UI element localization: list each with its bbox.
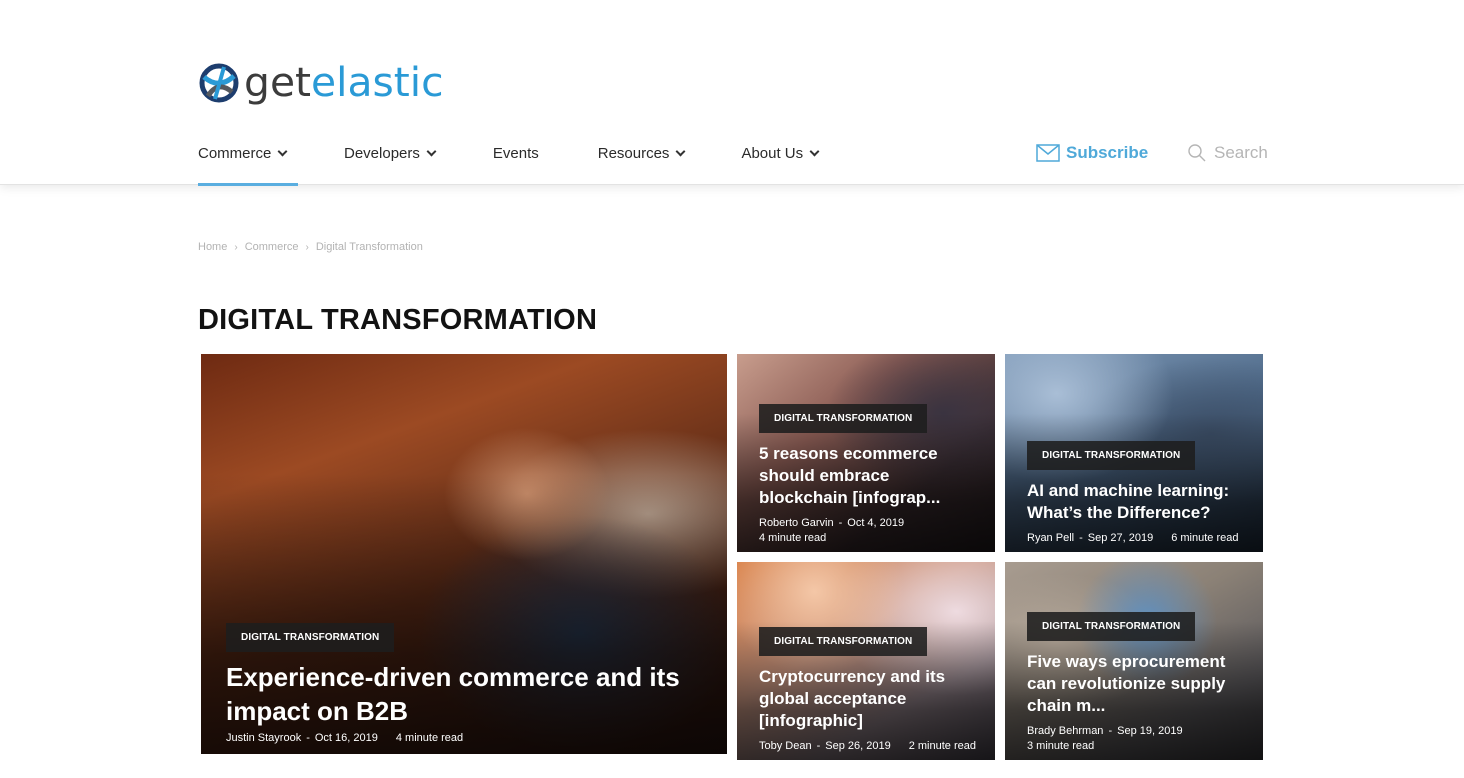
category-badge[interactable]: DIGITAL TRANSFORMATION: [759, 404, 928, 433]
article-read-time: 2 minute read: [908, 740, 976, 752]
article-content: DIGITAL TRANSFORMATION Five ways eprocur…: [1027, 612, 1249, 752]
logo-wordmark: getelastic: [244, 63, 443, 103]
article-content: DIGITAL TRANSFORMATION Cryptocurrency an…: [759, 627, 981, 752]
article-title[interactable]: Cryptocurrency and its global acceptance…: [759, 666, 981, 732]
article-card[interactable]: DIGITAL TRANSFORMATION Cryptocurrency an…: [737, 562, 995, 760]
nav-item-label: Resources: [597, 145, 670, 162]
article-read-time: 3 minute read: [1027, 740, 1095, 752]
breadcrumb-separator: ›: [234, 241, 238, 253]
meta-separator: -: [306, 732, 310, 744]
article-card[interactable]: DIGITAL TRANSFORMATION Five ways eprocur…: [1005, 562, 1263, 760]
article-content: DIGITAL TRANSFORMATION Experience-driven…: [226, 623, 713, 744]
breadcrumb: Home › Commerce › Digital Transformation: [198, 241, 423, 253]
category-badge[interactable]: DIGITAL TRANSFORMATION: [226, 623, 395, 652]
breadcrumb-commerce[interactable]: Commerce: [245, 241, 299, 253]
article-read-time: 4 minute read: [759, 532, 827, 544]
breadcrumb-home[interactable]: Home: [198, 241, 227, 253]
meta-separator: -: [816, 740, 821, 752]
nav-item-label: Events: [492, 145, 539, 162]
article-meta: Justin Stayrook - Oct 16, 2019 4 minute …: [226, 732, 713, 744]
article-date: Sep 27, 2019: [1087, 532, 1154, 544]
article-card[interactable]: DIGITAL TRANSFORMATION AI and machine le…: [1005, 354, 1263, 552]
category-badge[interactable]: DIGITAL TRANSFORMATION: [1027, 612, 1196, 641]
article-author[interactable]: Toby Dean: [759, 740, 812, 752]
subscribe-button[interactable]: Subscribe: [1036, 143, 1148, 163]
magnifier-icon: [1188, 144, 1206, 162]
article-date: Oct 4, 2019: [847, 517, 905, 529]
breadcrumb-separator: ›: [305, 241, 309, 253]
globe-logo-icon: [199, 63, 239, 103]
article-meta: Brady Behrman - Sep 19, 2019 3 minute re…: [1027, 725, 1249, 752]
article-meta: Toby Dean - Sep 26, 2019 2 minute read: [759, 740, 981, 752]
logo-text-get: get: [244, 60, 312, 106]
article-card[interactable]: DIGITAL TRANSFORMATION 5 reasons ecommer…: [737, 354, 995, 552]
page-title: DIGITAL TRANSFORMATION: [198, 304, 598, 336]
category-badge[interactable]: DIGITAL TRANSFORMATION: [759, 627, 928, 656]
meta-separator: -: [1108, 725, 1113, 737]
site-logo[interactable]: getelastic: [198, 62, 444, 104]
chevron-down-icon: [809, 146, 820, 157]
featured-article-card[interactable]: DIGITAL TRANSFORMATION Experience-driven…: [201, 354, 727, 754]
meta-separator: -: [1079, 532, 1083, 544]
search-label: Search: [1214, 143, 1268, 162]
article-title[interactable]: Five ways eprocurement can revolutionize…: [1027, 651, 1249, 717]
nav-item-resources[interactable]: Resources: [597, 140, 686, 185]
article-read-time: 6 minute read: [1171, 532, 1239, 544]
breadcrumb-current: Digital Transformation: [315, 241, 423, 253]
article-author[interactable]: Roberto Garvin: [759, 517, 834, 529]
envelope-icon: [1036, 144, 1060, 162]
article-title[interactable]: 5 reasons ecommerce should embrace block…: [759, 443, 981, 509]
nav-item-developers[interactable]: Developers: [344, 140, 437, 185]
article-title[interactable]: AI and machine learning: What’s the Diff…: [1027, 480, 1249, 524]
article-read-time: 4 minute read: [395, 732, 464, 744]
article-author[interactable]: Ryan Pell: [1027, 532, 1074, 544]
category-badge[interactable]: DIGITAL TRANSFORMATION: [1027, 441, 1196, 470]
article-date: Sep 19, 2019: [1117, 725, 1183, 737]
site-header: getelastic Commerce Developers Events Re…: [0, 0, 1464, 186]
article-author[interactable]: Justin Stayrook: [226, 732, 301, 744]
article-meta: Ryan Pell - Sep 27, 2019 6 minute read: [1027, 532, 1249, 544]
article-content: DIGITAL TRANSFORMATION AI and machine le…: [1027, 441, 1249, 544]
nav-item-label: About Us: [741, 145, 804, 162]
article-title[interactable]: Experience-driven commerce and its impac…: [226, 660, 713, 728]
nav-item-label: Commerce: [198, 145, 272, 162]
logo-text-elastic: elastic: [311, 60, 444, 106]
nav-item-label: Developers: [344, 145, 420, 162]
article-author[interactable]: Brady Behrman: [1027, 725, 1103, 737]
meta-separator: -: [838, 517, 843, 529]
article-meta: Roberto Garvin - Oct 4, 2019 4 minute re…: [759, 517, 981, 544]
main-nav: Commerce Developers Events Resources Abo…: [198, 140, 820, 186]
chevron-down-icon: [426, 146, 437, 157]
nav-item-about-us[interactable]: About Us: [741, 140, 820, 185]
article-date: Sep 26, 2019: [825, 740, 891, 752]
subscribe-label: Subscribe: [1066, 143, 1149, 162]
chevron-down-icon: [675, 146, 686, 157]
article-date: Oct 16, 2019: [314, 732, 378, 744]
nav-item-commerce[interactable]: Commerce: [198, 140, 298, 186]
article-content: DIGITAL TRANSFORMATION 5 reasons ecommer…: [759, 404, 981, 544]
nav-item-events[interactable]: Events: [493, 140, 539, 185]
search-button[interactable]: Search: [1187, 143, 1268, 163]
chevron-down-icon: [277, 146, 288, 157]
